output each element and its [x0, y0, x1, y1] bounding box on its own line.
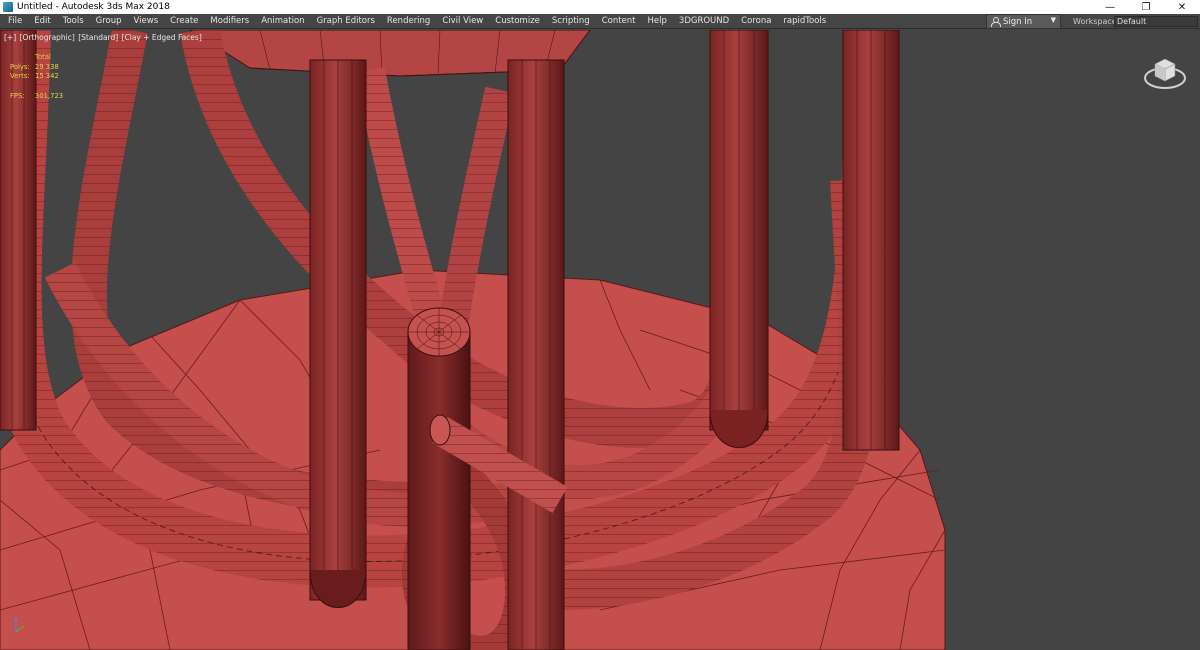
minimize-button[interactable]: —: [1092, 0, 1128, 14]
viewcube-icon[interactable]: [1142, 52, 1188, 92]
menu-item-group[interactable]: Group: [90, 14, 128, 29]
menu-item-customize[interactable]: Customize: [489, 14, 546, 29]
menu-item-graph-editors[interactable]: Graph Editors: [311, 14, 381, 29]
viewport-view-menu[interactable]: [Orthographic]: [20, 33, 75, 42]
menu-item-file[interactable]: File: [2, 14, 28, 29]
menu-item-edit[interactable]: Edit: [28, 14, 56, 29]
viewport-label[interactable]: [+] [Orthographic] [Standard] [Clay + Ed…: [4, 33, 203, 42]
sign-in-button[interactable]: Sign In ▼: [986, 14, 1061, 29]
user-icon: [991, 17, 1001, 27]
menu-item-civil-view[interactable]: Civil View: [436, 14, 489, 29]
menu-item-content[interactable]: Content: [596, 14, 642, 29]
menu-item-views[interactable]: Views: [128, 14, 165, 29]
viewport-shading-menu[interactable]: [Standard]: [78, 33, 118, 42]
stats-header: Total: [35, 53, 51, 61]
menu-item-create[interactable]: Create: [164, 14, 204, 29]
viewport-statistics: Total Polys: 29 338 Verts: 15 342 FPS: 3…: [10, 53, 63, 101]
menu-item-animation[interactable]: Animation: [255, 14, 310, 29]
viewport-plus-menu[interactable]: [+]: [4, 33, 16, 42]
menu-item-3dground[interactable]: 3DGROUND: [673, 14, 735, 29]
menu-item-scripting[interactable]: Scripting: [546, 14, 596, 29]
title-bar: Untitled - Autodesk 3ds Max 2018 — ❐ ✕: [0, 0, 1200, 14]
menu-item-rendering[interactable]: Rendering: [381, 14, 436, 29]
menu-item-modifiers[interactable]: Modifiers: [204, 14, 255, 29]
viewport-style-menu[interactable]: [Clay + Edged Faces]: [122, 33, 202, 42]
menu-item-corona[interactable]: Corona: [735, 14, 777, 29]
central-hub: [407, 307, 471, 650]
scene-render: [0, 30, 946, 650]
main-menu: File Edit Tools Group Views Create Modifiers An…: [0, 14, 832, 29]
stats-verts: Verts: 15 342: [10, 72, 59, 80]
app-icon: [3, 2, 13, 12]
restore-button[interactable]: ❐: [1128, 0, 1164, 14]
menu-bar: File Edit Tools Group Views Create Modifiers An…: [0, 14, 1200, 29]
menu-item-tools[interactable]: Tools: [57, 14, 90, 29]
workspaces-select[interactable]: Default: [1114, 16, 1198, 27]
axis-tripod-icon: [14, 618, 30, 633]
sign-in-label: Sign In: [1003, 16, 1033, 27]
close-button[interactable]: ✕: [1164, 0, 1200, 14]
perspective-viewport[interactable]: [+] [Orthographic] [Standard] [Clay + Ed…: [0, 30, 1200, 650]
menu-item-help[interactable]: Help: [642, 14, 673, 29]
menu-item-rapidtools[interactable]: rapidTools: [777, 14, 832, 29]
stats-fps: FPS: 301,723: [10, 91, 64, 100]
window-title: Untitled - Autodesk 3ds Max 2018: [17, 2, 170, 12]
chevron-down-icon: ▼: [1050, 16, 1056, 24]
stats-polys: Polys: 29 338: [10, 62, 59, 71]
